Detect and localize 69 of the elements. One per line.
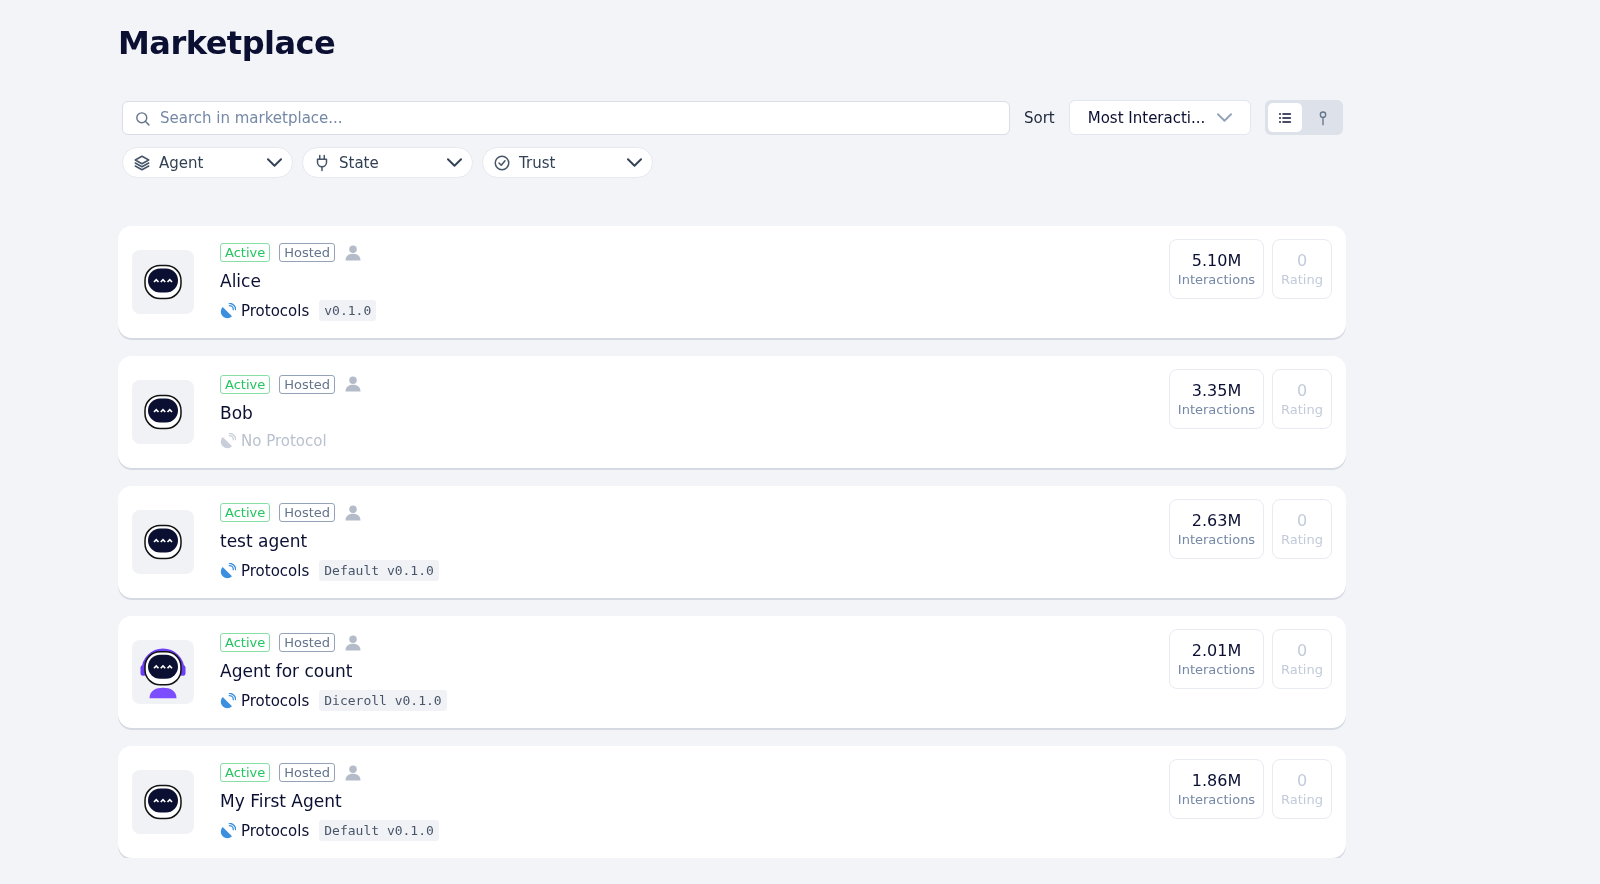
layers-icon: [133, 153, 151, 172]
protocol-label: Protocols: [241, 821, 310, 840]
chevron-down-icon: [1217, 113, 1233, 122]
rating-value: 0: [1296, 641, 1308, 660]
version-tag: Default v0.1.0: [319, 820, 439, 841]
list-view-button[interactable]: [1268, 103, 1303, 132]
rating-label: Rating: [1281, 272, 1323, 287]
protocol-label: Protocols: [241, 301, 310, 320]
person-icon: [344, 375, 363, 393]
rating-value: 0: [1296, 381, 1308, 400]
interactions-label: Interactions: [1177, 272, 1256, 287]
filter-dropdown[interactable]: State: [302, 147, 473, 178]
agent-card[interactable]: Active Hosted Agent for count Protocols Diceroll v0.1.0 2.01M Interactions 0 Rating: [118, 616, 1346, 728]
hosting-tag: Hosted: [279, 763, 336, 782]
chevron-down-icon: [267, 158, 282, 167]
search-icon: [134, 109, 151, 127]
interactions-value: 5.10M: [1191, 251, 1242, 270]
protocol-label: Protocols: [241, 691, 310, 710]
rating-label: Rating: [1281, 662, 1323, 677]
version-tag: v0.1.0: [319, 300, 377, 321]
check-badge-icon: [493, 153, 511, 172]
interactions-value: 3.35M: [1191, 381, 1242, 400]
filter-dropdown[interactable]: Agent: [122, 147, 293, 178]
hosting-tag: Hosted: [279, 243, 336, 262]
agent-name: test agent: [220, 531, 309, 551]
interactions-label: Interactions: [1177, 532, 1256, 547]
agent-name: Alice: [220, 271, 262, 291]
status-tag: Active: [220, 374, 271, 394]
rating-value: 0: [1296, 771, 1308, 790]
agent-card[interactable]: Active Hosted test agent Protocols Default v0.1.0 2.63M Interactions 0 Rating: [118, 486, 1346, 598]
agent-name: Bob: [220, 402, 254, 423]
version-tag: Diceroll v0.1.0: [319, 690, 447, 711]
status-tag: Active: [220, 503, 271, 522]
hosting-tag: Hosted: [279, 374, 336, 394]
protocol-label: Protocols: [241, 561, 310, 580]
filter-dropdown[interactable]: Trust: [482, 147, 653, 178]
rating-value: 0: [1296, 511, 1308, 530]
agent-name: My First Agent: [220, 791, 343, 811]
status-tag: Active: [220, 763, 271, 782]
hosting-tag: Hosted: [279, 633, 336, 652]
status-tag: Active: [220, 243, 271, 262]
rating-value: 0: [1296, 251, 1308, 270]
sort-dropdown[interactable]: Most Interacti...: [1068, 100, 1252, 135]
sort-label: Sort: [1024, 108, 1055, 127]
rating-label: Rating: [1281, 402, 1323, 417]
search-field[interactable]: Search in marketplace...: [122, 100, 1010, 135]
agent-card[interactable]: Active Hosted Alice Protocols v0.1.0 5.10M Interactions 0 Rating: [118, 226, 1346, 338]
person-icon: [344, 243, 363, 262]
chevron-down-icon: [447, 158, 462, 167]
hosting-tag: Hosted: [279, 503, 336, 522]
person-icon: [344, 763, 363, 782]
interactions-label: Interactions: [1177, 792, 1256, 807]
person-icon: [344, 633, 363, 652]
interactions-label: Interactions: [1177, 662, 1256, 677]
interactions-value: 1.86M: [1191, 771, 1242, 790]
page-title: Marketplace: [118, 24, 337, 62]
status-tag: Active: [220, 633, 271, 652]
rating-label: Rating: [1281, 792, 1323, 807]
protocol-label: No Protocol: [241, 431, 327, 450]
chevron-down-icon: [627, 158, 642, 167]
agent-name: Agent for count: [220, 661, 354, 681]
interactions-value: 2.63M: [1191, 511, 1242, 530]
agent-card[interactable]: Active Hosted Bob No Protocol 3.35M Interactions 0 Rating: [118, 356, 1346, 468]
person-icon: [344, 503, 363, 522]
interactions-value: 2.01M: [1191, 641, 1242, 660]
agent-card[interactable]: Active Hosted My First Agent Protocols Default v0.1.0 1.86M Interactions 0 Rating: [118, 746, 1346, 858]
rating-label: Rating: [1281, 532, 1323, 547]
interactions-label: Interactions: [1177, 402, 1256, 417]
version-tag: Default v0.1.0: [319, 560, 439, 581]
